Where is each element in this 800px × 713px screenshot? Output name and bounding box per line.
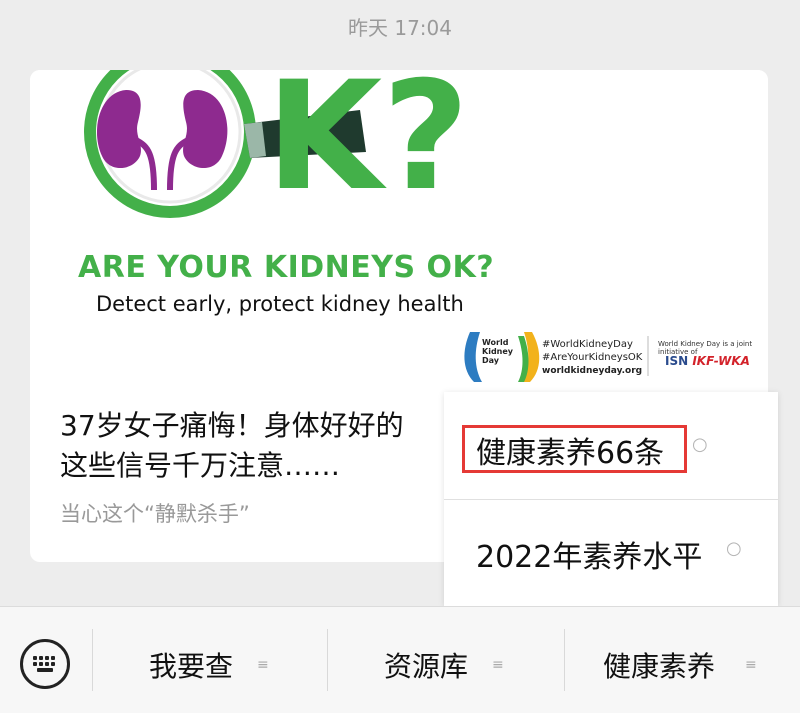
submenu-item-2022-literacy-level[interactable]: 2022年素养水平 ○ — [444, 500, 778, 607]
banner-big-text: K? — [266, 70, 469, 224]
menu-item-resources[interactable]: 资源库 ≡ — [328, 607, 564, 713]
chat-bubble-icon: ○ — [726, 538, 742, 559]
submenu-item-label: 健康素养66条 — [476, 436, 665, 471]
article-subtitle: 当心这个“静默杀手” — [60, 502, 250, 526]
menu-item-lookup[interactable]: 我要查 ≡ — [93, 607, 327, 713]
menu-lines-icon: ≡ — [257, 657, 269, 673]
banner-subline: Detect early, protect kidney health — [96, 292, 464, 316]
article-title[interactable]: 37岁女子痛悔！身体好好的 这些信号千万注意…… — [60, 406, 480, 486]
menu-lines-icon: ≡ — [492, 657, 504, 673]
menu-item-label: 资源库 — [384, 650, 469, 683]
world-kidney-day-logo: World Kidney Day — [482, 338, 514, 365]
submenu-popup: 健康素养66条 ○ 2022年素养水平 ○ — [444, 392, 778, 606]
wkd-hashtags: #WorldKidneyDay #AreYourKidneysOK worldk… — [542, 339, 643, 376]
submenu-item-label: 2022年素养水平 — [476, 540, 703, 575]
menu-item-label: 我要查 — [149, 650, 234, 683]
menu-lines-icon: ≡ — [745, 657, 757, 673]
partner-logos: ISN IKF-WKA — [665, 354, 750, 368]
keyboard-icon[interactable] — [20, 639, 70, 689]
chat-bubble-icon: ○ — [692, 434, 708, 455]
timestamp: 昨天 17:04 — [348, 16, 452, 40]
menu-item-label: 健康素养 — [603, 650, 716, 683]
menu-item-health-literacy[interactable]: 健康素养 ≡ — [565, 607, 800, 713]
submenu-item-health-literacy-66[interactable]: 健康素养66条 ○ — [444, 392, 778, 499]
bottom-menu-bar: 我要查 ≡ 资源库 ≡ 健康素养 ≡ — [0, 606, 800, 713]
banner-headline: ARE YOUR KIDNEYS OK? — [78, 250, 495, 285]
article-banner-image[interactable]: K? ARE YOUR KIDNEYS OK? Detect early, pr… — [30, 70, 768, 386]
